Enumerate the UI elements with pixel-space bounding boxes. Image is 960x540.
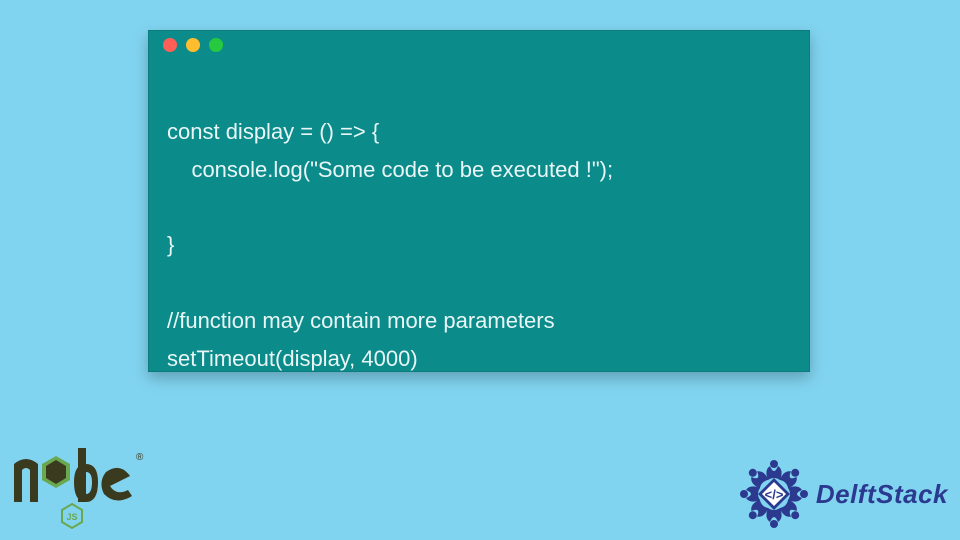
svg-text:®: ® <box>136 452 144 463</box>
window-title-bar <box>149 31 809 59</box>
code-window: const display = () => { console.log("Som… <box>148 30 810 372</box>
close-icon[interactable] <box>163 38 177 52</box>
code-line: const display = () => { <box>167 119 379 144</box>
svg-text:</>: </> <box>764 487 783 502</box>
delftstack-logo: </> DelftStack <box>738 458 948 530</box>
delftstack-mark-icon: </> <box>738 458 810 530</box>
nodejs-logo-icon: JS ® <box>8 442 148 532</box>
code-line: setTimeout(display, 4000) <box>167 346 418 371</box>
code-line: } <box>167 232 174 257</box>
code-line: //function may contain more parameters <box>167 308 555 333</box>
code-line: console.log("Some code to be executed !"… <box>167 157 613 182</box>
minimize-icon[interactable] <box>186 38 200 52</box>
svg-text:JS: JS <box>66 512 77 522</box>
delftstack-label: DelftStack <box>816 479 948 510</box>
code-body: const display = () => { console.log("Som… <box>149 59 809 415</box>
maximize-icon[interactable] <box>209 38 223 52</box>
